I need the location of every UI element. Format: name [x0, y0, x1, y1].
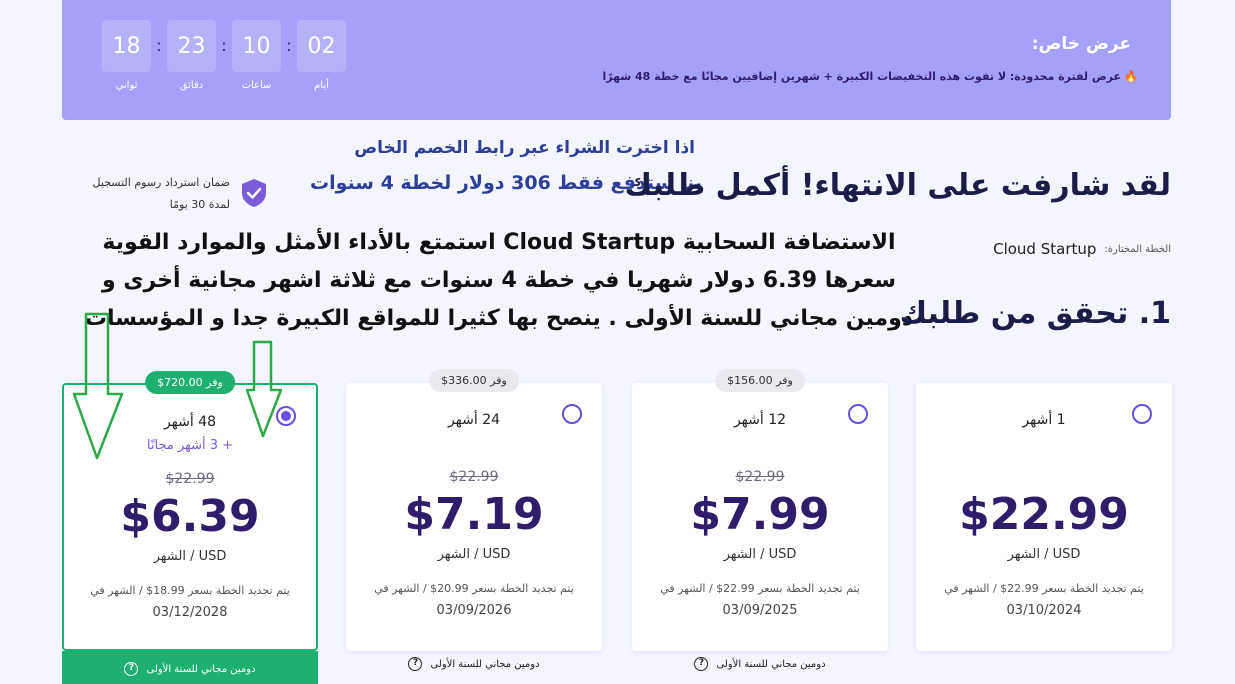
plan-old-price: $22.99	[449, 469, 499, 485]
shield-check-icon	[242, 179, 266, 207]
savings-badge: وفر 156.00$	[715, 369, 805, 392]
selected-plan-value: Cloud Startup	[993, 240, 1097, 258]
countdown-seconds-value: 18	[102, 20, 151, 72]
savings-badge: وفر 336.00$	[429, 369, 519, 392]
free-domain-footer: دومين مجاني للسنة الأولى ?	[62, 651, 318, 684]
arrow-down-icon	[245, 340, 283, 438]
plan-period: 24 أشهر	[447, 412, 501, 428]
countdown-hours: 10 ساعات	[232, 20, 281, 91]
plan-renewal-text: يتم تجديد الخطة بسعر 20.99$ / الشهر في	[374, 582, 574, 595]
free-domain-footer: دومين مجاني للسنة الأولى ?	[345, 645, 603, 683]
plan-card-24-months[interactable]: وفر 336.00$ 24 أشهر $22.99 $7.19 USD / ا…	[346, 369, 602, 671]
plan-renewal-text: يتم تجديد الخطة بسعر 18.99$ / الشهر في	[90, 584, 290, 597]
overlay-plan-description: الاستضافة السحابية Cloud Startup استمتع …	[84, 230, 914, 331]
plan-renewal-text: يتم تجديد الخطة بسعر 22.99$ / الشهر في	[660, 582, 860, 595]
help-icon[interactable]: ?	[408, 657, 423, 671]
plan-card-12-months[interactable]: وفر 156.00$ 12 أشهر $22.99 $7.99 USD / ا…	[632, 369, 888, 671]
plan-price-unit: USD / الشهر	[153, 549, 227, 564]
countdown-separator: :	[286, 36, 292, 55]
help-icon[interactable]: ?	[124, 662, 139, 676]
countdown-timer: 18 ثواني : 23 دقائق : 10 ساعات : 02 أيام	[102, 20, 346, 91]
banner-text-content: عرض لفترة محدودة: لا تفوت هذه التخفيضات …	[602, 70, 1121, 83]
countdown-seconds: 18 ثواني	[102, 20, 151, 91]
free-domain-text: دومين مجاني للسنة الأولى	[716, 658, 826, 670]
plan-renewal-date: 03/10/2024	[1006, 603, 1082, 618]
plan-price: $6.39	[120, 491, 260, 542]
plan-renewal-date: 03/09/2025	[722, 603, 798, 618]
plan-price: $7.99	[690, 489, 830, 540]
step-title: 1. تحقق من طلبك	[899, 296, 1171, 331]
plan-old-price: $22.99	[165, 471, 215, 487]
selected-plan-row: الخطة المختارة: Cloud Startup	[993, 240, 1171, 258]
plan-renewal-note: يتم تجديد الخطة بسعر 22.99$ / الشهر في 0…	[652, 579, 868, 621]
countdown-minutes-value: 23	[167, 20, 216, 72]
promo-banner: عرض خاص: عرض لفترة محدودة: لا تفوت هذه ا…	[62, 0, 1171, 120]
countdown-minutes-label: دقائق	[179, 80, 204, 91]
plan-period: 1 أشهر	[1022, 412, 1066, 428]
banner-text: عرض لفترة محدودة: لا تفوت هذه التخفيضات …	[602, 70, 1138, 83]
countdown-days-value: 02	[297, 20, 346, 72]
plan-price: $22.99	[959, 489, 1129, 540]
arrow-down-icon	[72, 312, 124, 460]
fire-icon: 🔥	[1124, 70, 1138, 83]
countdown-days-label: أيام	[314, 80, 329, 91]
countdown-hours-label: ساعات	[241, 80, 272, 91]
free-domain-text: دومين مجاني للسنة الأولى	[430, 658, 540, 670]
plan-price-unit: USD / الشهر	[437, 547, 511, 562]
savings-badge: وفر 720.00$	[145, 371, 235, 394]
refund-guarantee: ضمان استرداد رسوم التسجيل لمدة 30 يومًا	[78, 172, 268, 216]
free-domain-text: دومين مجاني للسنة الأولى	[146, 663, 256, 675]
plan-renewal-note: يتم تجديد الخطة بسعر 20.99$ / الشهر في 0…	[366, 579, 582, 621]
countdown-separator: :	[221, 36, 227, 55]
countdown-seconds-label: ثواني	[115, 80, 138, 91]
plan-renewal-date: 03/12/2028	[152, 605, 228, 620]
overlay-discount-note: اذا اخترت الشراء عبر رابط الخصم الخاص	[354, 138, 695, 158]
countdown-hours-value: 10	[232, 20, 281, 72]
plan-old-price: $22.99	[735, 469, 785, 485]
countdown-days: 02 أيام	[297, 20, 346, 91]
plan-price-unit: USD / الشهر	[723, 547, 797, 562]
plan-renewal-note: يتم تجديد الخطة بسعر 22.99$ / الشهر في 0…	[936, 579, 1152, 621]
plan-price-unit: USD / الشهر	[1007, 547, 1081, 562]
page-headline: لقد شارفت على الانتهاء! أكمل طلبك	[624, 168, 1171, 203]
help-icon[interactable]: ?	[694, 657, 709, 671]
plan-renewal-text: يتم تجديد الخطة بسعر 22.99$ / الشهر في	[944, 582, 1144, 595]
plan-period: 12 أشهر	[733, 412, 787, 428]
plan-renewal-note: يتم تجديد الخطة بسعر 18.99$ / الشهر في 0…	[84, 581, 296, 623]
guarantee-text: ضمان استرداد رسوم التسجيل لمدة 30 يومًا	[92, 176, 230, 211]
selected-plan-label: الخطة المختارة:	[1104, 243, 1171, 255]
banner-title: عرض خاص:	[1031, 34, 1131, 54]
plan-price: $7.19	[404, 489, 544, 540]
countdown-separator: :	[156, 36, 162, 55]
plan-card-1-month[interactable]: 1 أشهر $22.99 USD / الشهر يتم تجديد الخط…	[916, 383, 1172, 651]
plan-renewal-date: 03/09/2026	[436, 603, 512, 618]
free-domain-footer: دومين مجاني للسنة الأولى ?	[631, 645, 889, 683]
countdown-minutes: 23 دقائق	[167, 20, 216, 91]
